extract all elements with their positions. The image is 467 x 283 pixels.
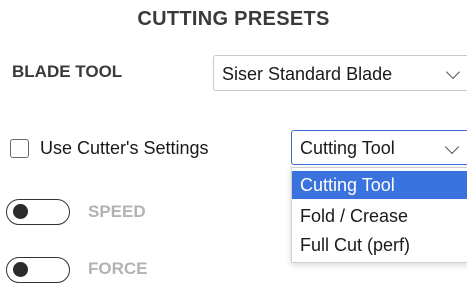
use-cutter-settings-checkbox[interactable]	[10, 139, 29, 158]
blade-tool-select[interactable]: Siser Standard Blade	[213, 55, 467, 91]
cutting-tool-dropdown: Cutting Tool Fold / Crease Full Cut (per…	[291, 167, 467, 263]
chevron-down-icon	[444, 139, 460, 155]
speed-toggle[interactable]	[6, 199, 70, 225]
dropdown-option-full-cut-perf[interactable]: Full Cut (perf)	[292, 231, 467, 259]
dropdown-option-fold-crease[interactable]: Fold / Crease	[292, 202, 467, 230]
blade-tool-label: BLADE TOOL	[12, 62, 123, 81]
dropdown-option-cutting-tool[interactable]: Cutting Tool	[292, 171, 467, 199]
use-cutter-settings-label[interactable]: Use Cutter's Settings	[40, 138, 209, 159]
toggle-knob	[13, 262, 28, 277]
cutting-tool-select[interactable]: Cutting Tool	[291, 130, 467, 165]
cutting-tool-value: Cutting Tool	[300, 138, 395, 158]
force-label: FORCE	[88, 259, 148, 278]
chevron-down-icon	[445, 64, 461, 80]
speed-label: SPEED	[88, 202, 146, 221]
toggle-knob	[13, 204, 28, 219]
blade-tool-value: Siser Standard Blade	[222, 64, 393, 84]
panel-title: CUTTING PRESETS	[137, 8, 330, 30]
force-toggle[interactable]	[6, 257, 70, 283]
